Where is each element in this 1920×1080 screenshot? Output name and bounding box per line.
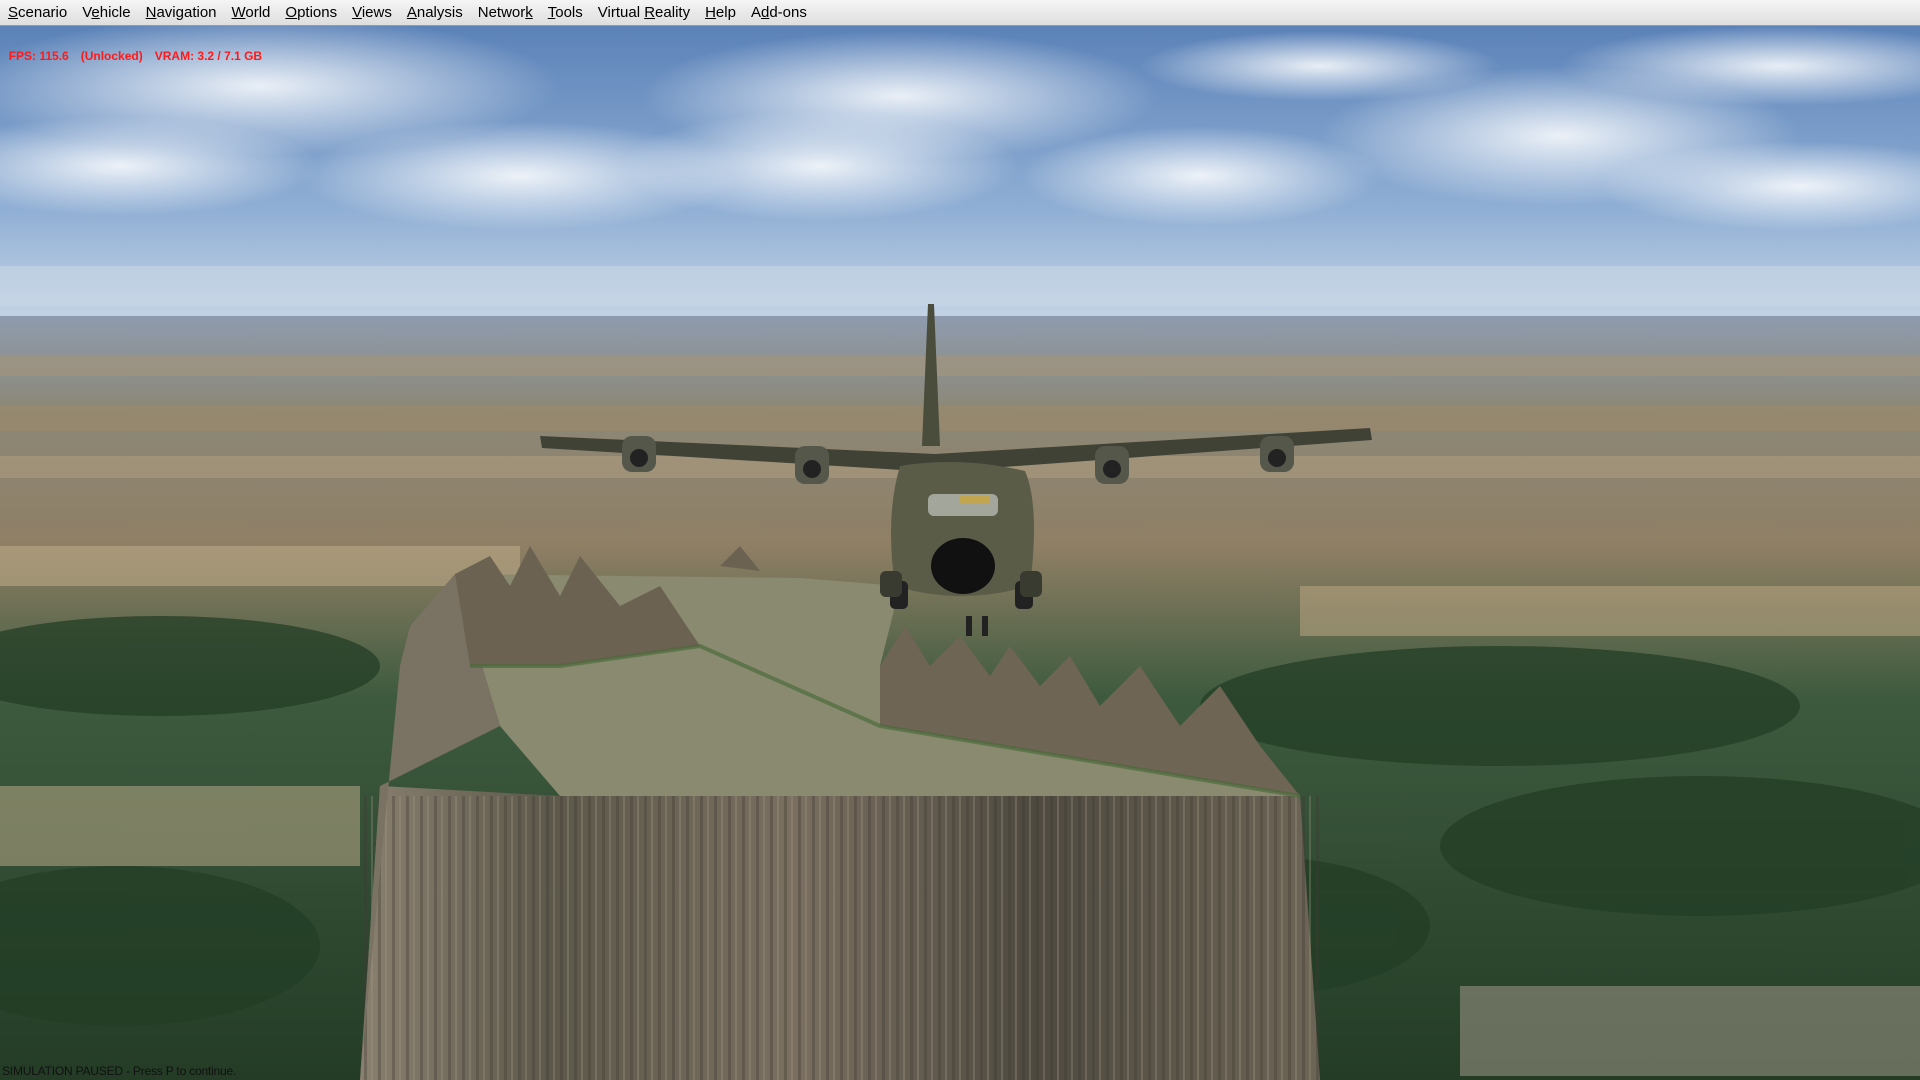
menu-scenario[interactable]: Scenario	[4, 0, 78, 26]
vram-usage: VRAM: 3.2 / 7.1 GB	[154, 49, 263, 63]
simulator-viewport[interactable]	[0, 26, 1920, 1080]
menu-options[interactable]: Options	[281, 0, 348, 26]
menu-bar: Scenario Vehicle Navigation World Options Vie…	[0, 0, 1920, 26]
menu-world[interactable]: World	[228, 0, 282, 26]
menu-tools[interactable]: Tools	[544, 0, 594, 26]
fps-counter: FPS: 115.6 (Unlocked) VRAM: 3.2 / 7.1 GB	[2, 35, 274, 63]
menu-virtual-reality[interactable]: Virtual Reality	[594, 0, 701, 26]
menu-analysis[interactable]: Analysis	[403, 0, 474, 26]
scene-render	[0, 26, 1920, 1080]
menu-add-ons[interactable]: Add-ons	[747, 0, 818, 26]
menu-views[interactable]: Views	[348, 0, 403, 26]
menu-help[interactable]: Help	[701, 0, 747, 26]
menu-vehicle[interactable]: Vehicle	[78, 0, 141, 26]
simulation-paused-message: SIMULATION PAUSED - Press P to continue.	[2, 1064, 237, 1078]
menu-navigation[interactable]: Navigation	[142, 0, 228, 26]
fps-value: FPS: 115.6	[8, 49, 69, 63]
fps-lock-status: (Unlocked)	[80, 49, 143, 63]
menu-network[interactable]: Network	[474, 0, 544, 26]
